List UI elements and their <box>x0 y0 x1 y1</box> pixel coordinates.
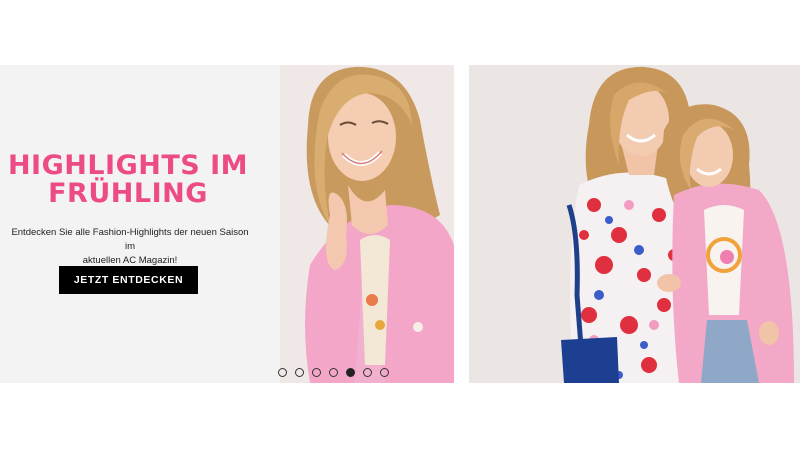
carousel-dot-6[interactable] <box>363 368 372 377</box>
carousel-dots <box>278 368 389 377</box>
hero-subtext-line2: aktuellen AC Magazin! <box>82 255 178 266</box>
carousel-dot-1[interactable] <box>278 368 287 377</box>
hero-image-woman-pink-blazer[interactable] <box>280 65 454 383</box>
carousel-dot-7[interactable] <box>380 368 389 377</box>
cta-button[interactable]: JETZT ENTDECKEN <box>59 266 198 294</box>
hero-text-panel: HIGHLIGHTS IM FRÜHLING Entdecken Sie all… <box>0 65 280 383</box>
hero-subtext-line1: Entdecken Sie alle Fashion-Highlights de… <box>11 227 249 252</box>
woman-pink-blazer-illustration <box>280 65 454 383</box>
hero-headline-line1: HIGHLIGHTS IM <box>7 150 249 181</box>
hero-headline: HIGHLIGHTS IM FRÜHLING <box>0 152 256 208</box>
carousel-dot-4[interactable] <box>329 368 338 377</box>
carousel-dot-3[interactable] <box>312 368 321 377</box>
two-women-illustration <box>469 65 800 383</box>
hero-headline-line2: FRÜHLING <box>48 178 208 209</box>
hero-banner: HIGHLIGHTS IM FRÜHLING Entdecken Sie all… <box>0 65 800 383</box>
carousel-dot-2[interactable] <box>295 368 304 377</box>
carousel-dot-5[interactable] <box>346 368 355 377</box>
hero-subtext: Entdecken Sie alle Fashion-Highlights de… <box>6 226 254 268</box>
hero-image-two-women[interactable] <box>469 65 800 383</box>
